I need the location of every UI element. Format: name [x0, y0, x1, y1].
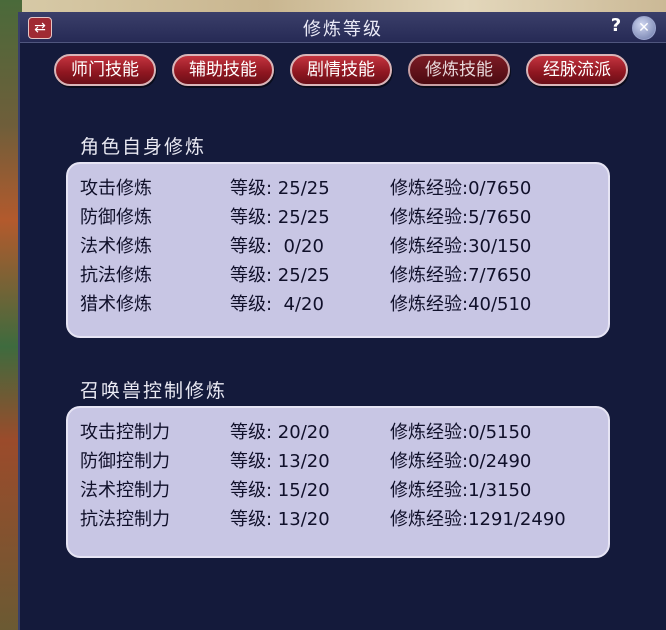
training-level: 等级: 25/25 [230, 178, 330, 199]
help-button[interactable]: ? [606, 16, 626, 36]
training-exp: 修炼经验:1291/2490 [390, 509, 566, 530]
tab-school-skills[interactable]: 师门技能 [54, 54, 156, 86]
training-name: 法术控制力 [80, 480, 170, 501]
training-exp: 修炼经验:0/5150 [390, 422, 532, 443]
training-exp: 修炼经验:30/150 [390, 236, 532, 257]
skill-tabs: 师门技能 辅助技能 剧情技能 修炼技能 经脉流派 [54, 54, 644, 90]
title-bar[interactable]: ⇄ 修炼等级 ? ✕ [20, 12, 666, 43]
self-training-panel: 攻击修炼 等级: 25/25 修炼经验:0/7650 防御修炼 等级: 25/2… [66, 162, 610, 338]
training-name: 攻击控制力 [80, 422, 170, 443]
training-name: 攻击修炼 [80, 178, 152, 199]
training-level: 等级: 20/20 [230, 422, 330, 443]
game-background-top [0, 0, 666, 12]
training-level: 等级: 13/20 [230, 451, 330, 472]
tab-training-skills[interactable]: 修炼技能 [408, 54, 510, 86]
tab-story-skills[interactable]: 剧情技能 [290, 54, 392, 86]
training-level: 等级: 4/20 [230, 294, 324, 315]
training-level: 等级: 0/20 [230, 236, 324, 257]
pet-training-title: 召唤兽控制修炼 [80, 380, 228, 402]
training-exp: 修炼经验:40/510 [390, 294, 532, 315]
pet-training-panel: 攻击控制力 等级: 20/20 修炼经验:0/5150 防御控制力 等级: 13… [66, 406, 610, 558]
self-training-title: 角色自身修炼 [80, 136, 207, 158]
training-name: 抗法修炼 [80, 265, 152, 286]
training-name: 猎术修炼 [80, 294, 152, 315]
tab-support-skills[interactable]: 辅助技能 [172, 54, 274, 86]
training-exp: 修炼经验:0/7650 [390, 178, 532, 199]
training-level: 等级: 25/25 [230, 207, 330, 228]
training-exp: 修炼经验:0/2490 [390, 451, 532, 472]
training-name: 法术修炼 [80, 236, 152, 257]
training-exp: 修炼经验:5/7650 [390, 207, 532, 228]
training-level: 等级: 13/20 [230, 509, 330, 530]
training-name: 抗法控制力 [80, 509, 170, 530]
training-exp: 修炼经验:1/3150 [390, 480, 532, 501]
training-exp: 修炼经验:7/7650 [390, 265, 532, 286]
window-title: 修炼等级 [303, 19, 383, 40]
close-button[interactable]: ✕ [632, 16, 656, 40]
training-name: 防御控制力 [80, 451, 170, 472]
tab-meridian-school[interactable]: 经脉流派 [526, 54, 628, 86]
training-name: 防御修炼 [80, 207, 152, 228]
training-level: 等级: 25/25 [230, 265, 330, 286]
training-level: 等级: 15/20 [230, 480, 330, 501]
